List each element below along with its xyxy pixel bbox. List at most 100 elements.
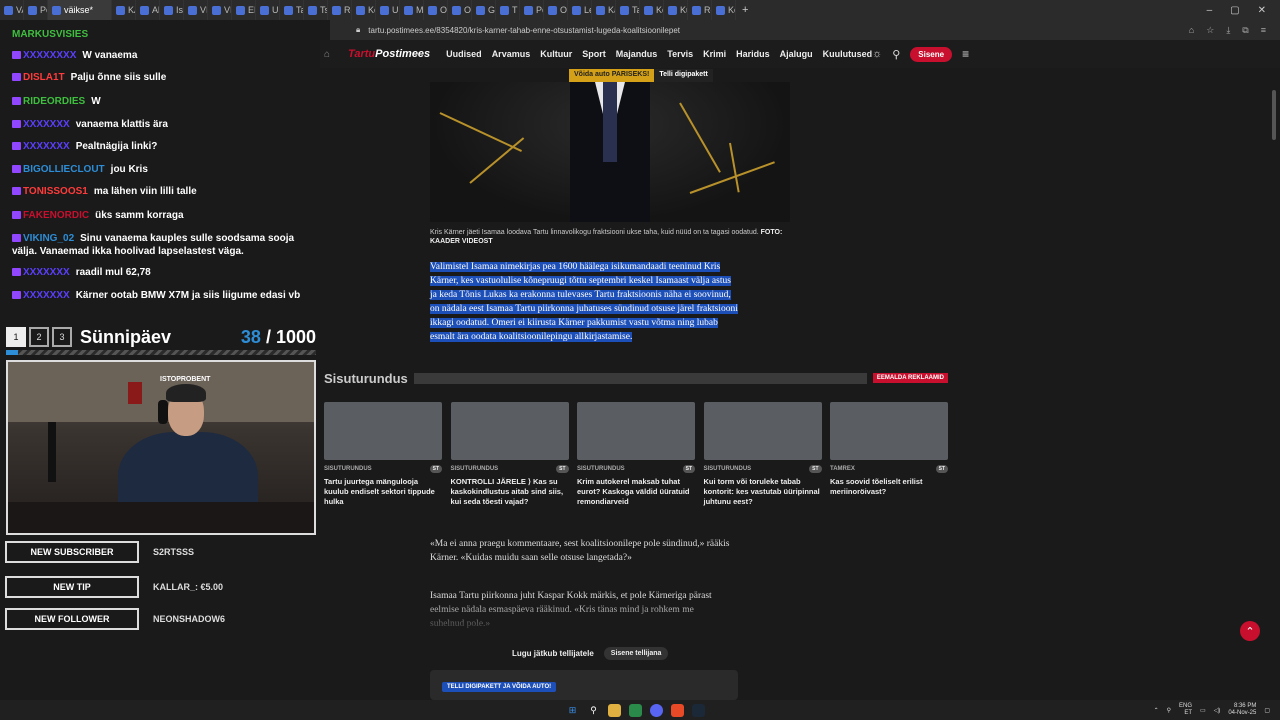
menu-icon[interactable]: ≡ <box>1261 25 1266 36</box>
close-icon[interactable]: ✕ <box>1258 5 1266 16</box>
new-tab-button[interactable]: + <box>742 4 748 16</box>
search-icon[interactable]: ⚲ <box>892 48 900 61</box>
nav-item[interactable]: Haridus <box>736 49 770 59</box>
browser-tab[interactable]: Kohu <box>640 0 664 20</box>
browser-tab[interactable]: Reim <box>328 0 352 20</box>
chat-username[interactable]: FAKENORDIC <box>23 210 89 221</box>
address-bar[interactable]: 🔒︎ tartu.postimees.ee/8354820/kris-karne… <box>330 20 1280 40</box>
chat-username[interactable]: TONISSOOS1 <box>23 186 88 197</box>
network-icon[interactable]: ▭ <box>1200 707 1206 714</box>
browser-tab[interactable]: Postimees <box>24 0 48 20</box>
card-thumbnail[interactable] <box>703 402 822 460</box>
volume-icon[interactable]: ◁) <box>1214 707 1221 714</box>
nav-item[interactable]: Majandus <box>616 49 658 59</box>
browser-tab[interactable]: Tsahi <box>304 0 328 20</box>
theme-icon[interactable]: ☼ <box>872 48 882 60</box>
signin-button[interactable]: Sisene <box>910 46 953 62</box>
browser-tab[interactable]: T gru <box>496 0 520 20</box>
browser-tab[interactable]: VAIDEO <box>0 0 24 20</box>
windows-start-icon[interactable]: ⊞ <box>566 704 579 717</box>
maximize-icon[interactable]: ▢ <box>1230 5 1239 16</box>
promo-subscribe[interactable]: Telli digipakett <box>654 69 713 82</box>
nav-item[interactable]: Kultuur <box>540 49 572 59</box>
browser-tab[interactable]: Kohu <box>352 0 376 20</box>
card-title[interactable]: Krim autokerel maksab tuhat eurot? Kasko… <box>577 477 695 507</box>
card-thumbnail[interactable] <box>324 402 442 460</box>
chat-username[interactable]: BIGOLLIECLOUT <box>23 164 105 175</box>
browser-tab[interactable]: Marti <box>400 0 424 20</box>
translate-icon[interactable]: ⌂ <box>1189 25 1194 36</box>
discord-icon[interactable] <box>650 703 663 717</box>
browser-tab[interactable]: EKRI <box>232 0 256 20</box>
browser-tab[interactable]: Regi <box>688 0 712 20</box>
search-icon[interactable]: ⚲ <box>587 704 600 717</box>
site-logo[interactable]: TartuPostimees <box>348 48 430 60</box>
chat-username[interactable]: XXXXXXXX <box>23 50 76 61</box>
chat-username[interactable]: XXXXXXX <box>23 290 70 301</box>
browser-tab[interactable]: KARI <box>112 0 136 20</box>
file-explorer-icon[interactable] <box>608 703 621 717</box>
nav-item[interactable]: Tervis <box>667 49 693 59</box>
subscribe-badge[interactable]: TELLI DIGIPAKETT JA VÕIDA AUTO! <box>442 682 557 692</box>
card-thumbnail[interactable] <box>830 402 948 460</box>
card-title[interactable]: Kas soovid tõeliselt erilist meriinoröiv… <box>830 477 948 497</box>
browser-tab[interactable]: Uuel <box>256 0 280 20</box>
browser-tab[interactable]: VIDE <box>184 0 208 20</box>
browser-tab[interactable]: Geen <box>472 0 496 20</box>
browser-tab[interactable]: Uute <box>376 0 400 20</box>
hamburger-icon[interactable]: ≡ <box>962 47 969 61</box>
chevron-up-icon[interactable]: ⌃ <box>1154 707 1159 714</box>
browser-tab[interactable]: Olds <box>544 0 568 20</box>
browser-tab[interactable]: Kaid <box>592 0 616 20</box>
chat-username[interactable]: VIKING_02 <box>23 233 74 244</box>
nav-item[interactable]: Arvamus <box>492 49 531 59</box>
scroll-top-button[interactable]: ⌃ <box>1240 621 1260 641</box>
download-icon[interactable]: ⤓ <box>1226 25 1230 36</box>
promo-win-car[interactable]: Võida auto PARISEKS! <box>569 69 655 82</box>
notification-icon[interactable]: ▢ <box>1264 707 1270 714</box>
card-title[interactable]: Tartu juurtega mängulooja kuulub endisel… <box>324 477 442 507</box>
brave-icon[interactable] <box>671 703 684 717</box>
sponsored-card[interactable]: SISUTURUNDUS ST Krim autokerel maksab tuha… <box>577 402 695 507</box>
browser-tab[interactable]: Alaes <box>136 0 160 20</box>
chat-username[interactable]: XXXXXXX <box>23 141 70 152</box>
chat-username[interactable]: XXXXXXX <box>23 267 70 278</box>
language-indicator[interactable]: ENG ET <box>1179 703 1192 717</box>
page-scrollbar[interactable] <box>1272 90 1276 140</box>
card-title[interactable]: Kui torm või toruleke tabab kontorit: ke… <box>704 477 822 507</box>
chat-username[interactable]: RIDEORDIES <box>23 96 85 107</box>
sponsored-card[interactable]: SISUTURUNDUS ST KONTROLLI JÄRELE ⟩ Kas su … <box>450 402 569 507</box>
card-title[interactable]: KONTROLLI JÄRELE ⟩ Kas su kaskokindlustu… <box>451 477 569 507</box>
nav-item[interactable]: Uudised <box>446 49 482 59</box>
browser-tab[interactable]: Pevk <box>520 0 544 20</box>
sponsored-card[interactable]: SISUTURUNDUS ST Kui torm või toruleke taba… <box>703 402 822 507</box>
nav-item[interactable]: Ajalugu <box>780 49 813 59</box>
browser-tab[interactable]: VIDE <box>208 0 232 20</box>
browser-tab[interactable]: Ossi <box>424 0 448 20</box>
browser-tab[interactable]: Kui p <box>664 0 688 20</box>
subscriber-login-button[interactable]: Sisene tellijana <box>603 647 669 660</box>
minimize-icon[interactable]: – <box>1207 5 1213 16</box>
card-thumbnail[interactable] <box>577 402 695 460</box>
steam-icon[interactable] <box>692 703 705 717</box>
app-green-icon[interactable] <box>629 703 642 717</box>
remove-ads-button[interactable]: EEMALDA REKLAAMID <box>872 373 948 383</box>
bookmark-icon[interactable]: ☆ <box>1206 25 1214 36</box>
browser-tab[interactable]: väikse* <box>48 0 112 20</box>
nav-item[interactable]: Sport <box>582 49 606 59</box>
browser-tab[interactable]: Olds <box>448 0 472 20</box>
chat-username[interactable]: DISLA1T <box>23 72 65 83</box>
nav-item[interactable]: Krimi <box>703 49 726 59</box>
chat-username[interactable]: XXXXXXX <box>23 119 70 130</box>
card-thumbnail[interactable] <box>450 402 569 460</box>
nav-item[interactable]: Kuulutused <box>823 49 873 59</box>
browser-tab[interactable]: Tali v <box>280 0 304 20</box>
clock[interactable]: 8:36 PM 04-Nov-25 <box>1228 703 1256 717</box>
browser-tab[interactable]: Kom <box>712 0 736 20</box>
browser-tab[interactable]: Isam <box>160 0 184 20</box>
home-icon[interactable]: ⌂ <box>324 49 330 60</box>
browser-tab[interactable]: Leedi <box>568 0 592 20</box>
extensions-icon[interactable]: ⧉ <box>1242 25 1248 36</box>
url-text[interactable]: tartu.postimees.ee/8354820/kris-karner-t… <box>368 26 680 35</box>
sponsored-card[interactable]: TAMREX ST Kas soovid tõeliselt erilist mer… <box>830 402 948 497</box>
